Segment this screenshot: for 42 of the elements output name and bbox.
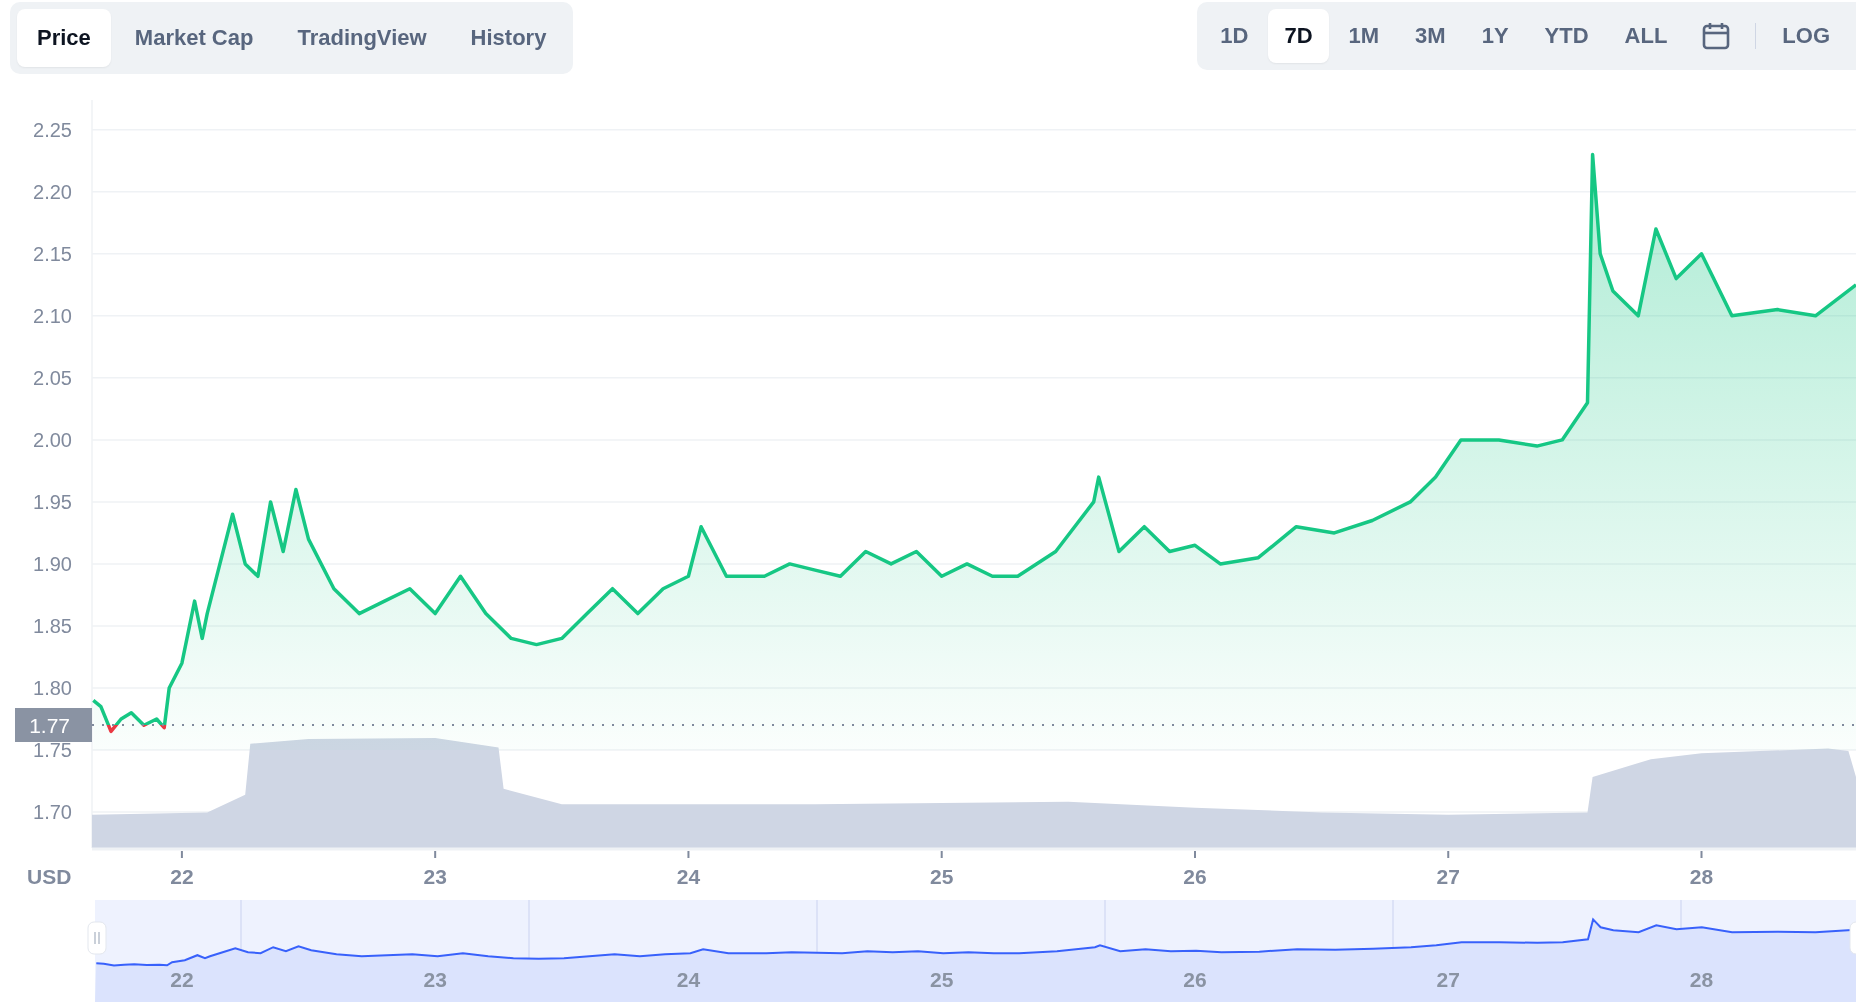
y-axis-label: 2.20 xyxy=(33,180,72,203)
x-axis-label: 24 xyxy=(676,865,701,888)
y-axis-label: 1.90 xyxy=(33,552,72,575)
range-tab[interactable]: 7D xyxy=(1268,9,1329,63)
x-axis-label: 25 xyxy=(930,865,954,888)
range-tab[interactable]: 1D xyxy=(1204,9,1265,63)
y-axis-label: 2.05 xyxy=(33,366,72,389)
log-scale-button[interactable]: LOG xyxy=(1766,9,1846,63)
calendar-icon[interactable] xyxy=(1701,21,1732,51)
y-axis-label: 1.80 xyxy=(33,677,72,699)
range-tab[interactable]: ALL xyxy=(1608,9,1684,63)
y-axis-label: 2.10 xyxy=(33,304,72,327)
x-axis-label: 27 xyxy=(1436,865,1460,888)
navigator-label: 22 xyxy=(170,968,194,991)
range-handle[interactable] xyxy=(1849,921,1856,955)
y-axis-label: 2.15 xyxy=(33,242,72,265)
navigator-label: 27 xyxy=(1436,968,1460,991)
y-axis-label: 1.85 xyxy=(33,614,72,637)
currency-label: USD xyxy=(27,865,72,888)
range-tab[interactable]: YTD xyxy=(1528,9,1605,63)
x-axis-label: 22 xyxy=(170,865,194,888)
range-tab[interactable]: 1M xyxy=(1332,9,1396,63)
x-axis-label: 23 xyxy=(423,865,447,888)
navigator-label: 26 xyxy=(1183,968,1207,991)
y-axis-label: 1.70 xyxy=(33,801,72,824)
x-axis-label: 28 xyxy=(1689,865,1714,888)
current-price-tag: 1.77 xyxy=(15,708,92,743)
view-tab[interactable]: History xyxy=(450,9,567,67)
navigator-label: 23 xyxy=(423,968,447,991)
navigator-label: 24 xyxy=(676,968,701,991)
x-axis-label: 26 xyxy=(1183,865,1207,888)
view-tab[interactable]: Price xyxy=(17,9,111,67)
navigator-label: 25 xyxy=(930,968,954,991)
range-handle[interactable] xyxy=(87,921,107,955)
y-axis-label: 2.00 xyxy=(33,428,72,451)
y-axis-label: 2.25 xyxy=(33,118,72,141)
view-tab[interactable]: Market Cap xyxy=(114,9,274,67)
view-tab[interactable]: TradingView xyxy=(277,9,447,67)
range-tab[interactable]: 3M xyxy=(1399,9,1462,63)
navigator-label: 28 xyxy=(1689,968,1714,991)
range-tab[interactable]: 1Y xyxy=(1465,9,1525,63)
y-axis-label: 1.95 xyxy=(33,490,72,513)
